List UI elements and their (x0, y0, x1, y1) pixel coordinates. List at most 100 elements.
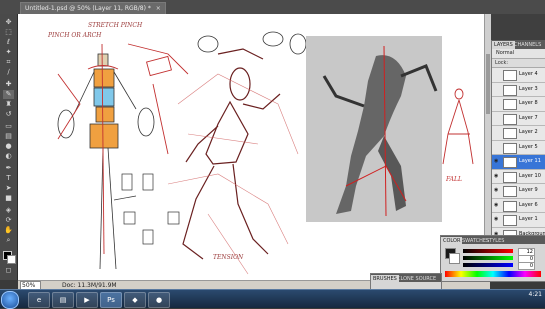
visibility-eye-icon[interactable] (494, 115, 500, 121)
start-button[interactable] (1, 291, 19, 309)
type-tool-icon[interactable]: T (3, 174, 14, 183)
background-color-swatch[interactable] (7, 255, 16, 264)
layer-thumbnail (503, 171, 517, 183)
red-construction-lines-left (57, 43, 189, 255)
layer-row[interactable]: Layer 2 (492, 126, 545, 141)
dodge-tool-icon[interactable]: ◐ (3, 152, 14, 161)
red-slider[interactable] (463, 249, 513, 253)
layer-row[interactable]: Layer 5 (492, 140, 545, 155)
document-tab[interactable]: Untitled-1.psd @ 50% (Layer 11, RGB/8) *… (20, 2, 166, 14)
layer-name: Layer 7 (519, 114, 538, 121)
layer-thumbnail (503, 215, 517, 226)
layer-thumbnail (503, 113, 517, 125)
layer-thumbnail (503, 186, 517, 197)
visibility-eye-icon[interactable]: ◉ (494, 187, 500, 193)
lasso-tool-icon[interactable]: ℓ (3, 38, 14, 47)
crop-tool-icon[interactable]: ⌗ (3, 58, 14, 67)
path-selection-tool-icon[interactable]: ➤ (3, 184, 14, 193)
clone-stamp-tool-icon[interactable]: ♜ (3, 100, 14, 109)
layer-name: Layer 1 (519, 216, 538, 222)
visibility-eye-icon[interactable]: ◉ (494, 173, 500, 179)
color-spectrum-bar[interactable] (445, 271, 541, 277)
layer-thumbnail (503, 70, 517, 81)
layer-row[interactable]: Layer 3 (492, 82, 545, 97)
layers-panel-tabs: LAYERS CHANNELS (492, 40, 545, 49)
blue-value-field[interactable]: 0 (518, 262, 535, 270)
layer-thumbnail (503, 157, 517, 168)
visibility-eye-icon[interactable]: ◉ (494, 158, 500, 164)
taskbar-folder-icon[interactable]: ▤ (52, 292, 74, 308)
layer-row[interactable]: Layer 4 (492, 68, 545, 83)
layer-row[interactable]: ◉ Layer 6 (492, 198, 545, 213)
tab-clone-source[interactable]: CLONE SOURCE (395, 275, 438, 283)
clock[interactable]: 4:21 (529, 291, 542, 299)
gradient-tool-icon[interactable]: ▤ (3, 132, 14, 141)
visibility-eye-icon[interactable] (494, 71, 500, 77)
taskbar-photoshop-icon[interactable]: Ps (100, 292, 122, 308)
note-pinch-or-arch: PINCH OR ARCH (48, 32, 102, 39)
layer-row[interactable]: ◉ Layer 1 (492, 213, 545, 228)
note-tension: TENSION (213, 254, 244, 261)
reference-photo (306, 36, 442, 222)
move-tool-icon[interactable]: ✥ (3, 18, 14, 27)
toolbox: ✥ ⬚ ℓ ✦ ⌗ ∕ ✚ ✎ ♜ ↺ ▭ ▤ ● ◐ ✒ T ➤ ■ ◈ ⟳ … (0, 14, 18, 280)
note-fall: FALL (446, 176, 462, 183)
shape-tool-icon[interactable]: ■ (3, 194, 14, 203)
scrollbar-thumb[interactable] (486, 54, 490, 114)
running-figure-red-guides (167, 73, 299, 275)
visibility-eye-icon[interactable]: ◉ (494, 216, 500, 222)
layer-row[interactable]: ◉ Layer 10 (492, 169, 545, 184)
visibility-eye-icon[interactable] (494, 144, 500, 150)
eyedropper-tool-icon[interactable]: ∕ (3, 68, 14, 77)
blend-mode-select[interactable]: Normal (492, 49, 545, 59)
layer-row[interactable]: ◉ Layer 9 (492, 184, 545, 199)
layer-row[interactable]: ◉ Layer 11 (492, 155, 545, 170)
document-tab-title: Untitled-1.psd @ 50% (Layer 11, RGB/8) * (25, 5, 151, 12)
layer-name: Layer 6 (519, 201, 538, 208)
visibility-eye-icon[interactable] (494, 86, 500, 92)
pen-tool-icon[interactable]: ✒ (3, 164, 14, 173)
taskbar-app6-icon[interactable]: ● (148, 292, 170, 308)
layer-name: Layer 9 (519, 187, 538, 193)
healing-brush-tool-icon[interactable]: ✚ (3, 80, 14, 89)
color-background-chip[interactable] (449, 253, 460, 264)
blur-tool-icon[interactable]: ● (3, 142, 14, 151)
layer-thumbnail (503, 84, 517, 96)
tab-styles[interactable]: STYLES (484, 237, 506, 245)
blue-slider[interactable] (463, 263, 513, 267)
taskbar-media-icon[interactable]: ▶ (76, 292, 98, 308)
layer-name: Layer 11 (519, 158, 541, 164)
visibility-eye-icon[interactable]: ◉ (494, 202, 500, 208)
visibility-eye-icon[interactable] (494, 129, 500, 135)
layer-row[interactable]: Layer 8 (492, 97, 545, 112)
tab-channels[interactable]: CHANNELS (512, 41, 543, 49)
layer-thumbnail (503, 200, 517, 212)
color-panel-tabs: COLOR SWATCHES STYLES (441, 236, 545, 245)
layer-name: Layer 3 (519, 85, 538, 92)
document-tab-bar: Untitled-1.psd @ 50% (Layer 11, RGB/8) *… (0, 0, 545, 15)
layer-name: Layer 5 (519, 143, 538, 150)
brush-tool-icon[interactable]: ✎ (3, 90, 14, 99)
marquee-tool-icon[interactable]: ⬚ (3, 28, 14, 37)
zoom-tool-icon[interactable]: ⌕ (3, 236, 14, 245)
visibility-eye-icon[interactable] (494, 100, 500, 106)
green-slider[interactable] (463, 256, 513, 260)
close-tab-icon[interactable]: × (156, 5, 161, 12)
layer-name: Layer 8 (519, 100, 538, 106)
quick-mask-icon[interactable]: ◻ (3, 266, 14, 275)
rotate-view-tool-icon[interactable]: ⟳ (3, 216, 14, 225)
magic-wand-tool-icon[interactable]: ✦ (3, 48, 14, 57)
layer-name: Layer 2 (519, 129, 538, 135)
taskbar-app5-icon[interactable]: ◆ (124, 292, 146, 308)
taskbar-ie-icon[interactable]: e (28, 292, 50, 308)
document-canvas[interactable]: PINCH OR ARCH STRETCH PINCH TENSION FALL (18, 14, 490, 280)
box-sketches (113, 173, 180, 245)
hand-tool-icon[interactable]: ✋ (3, 226, 14, 235)
layer-row[interactable]: Layer 7 (492, 111, 545, 126)
layer-thumbnail (503, 128, 517, 139)
eraser-tool-icon[interactable]: ▭ (3, 122, 14, 131)
note-stretch-pinch: STRETCH PINCH (88, 22, 143, 29)
brushes-panel-tabs: BRUSHES CLONE SOURCE (371, 274, 441, 283)
3d-tool-icon[interactable]: ◈ (3, 206, 14, 215)
history-brush-tool-icon[interactable]: ↺ (3, 110, 14, 119)
